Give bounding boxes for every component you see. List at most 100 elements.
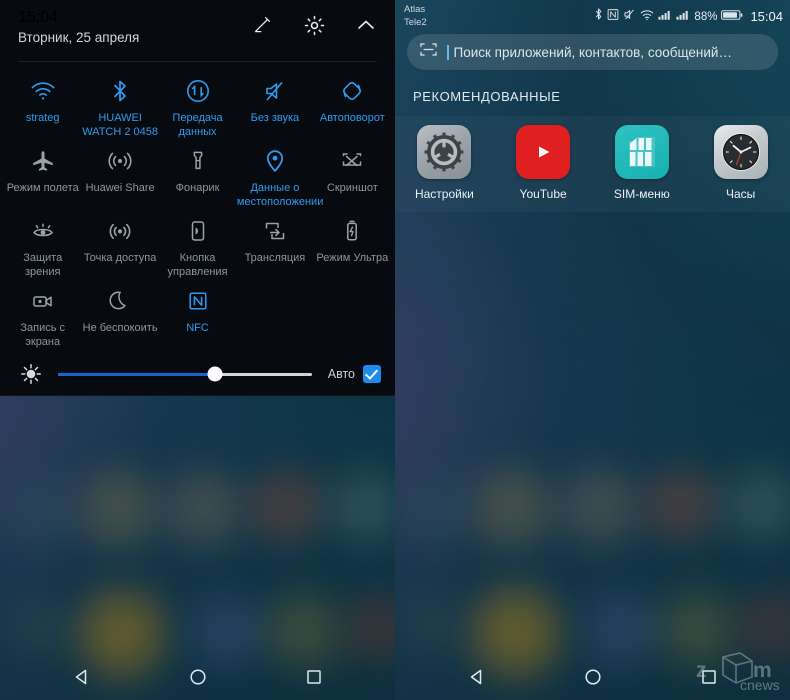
eye-care-icon [29, 216, 57, 246]
qs-tile-label: Данные о местоположении [236, 182, 324, 208]
qs-tile-label: Запись с экрана [20, 322, 66, 348]
nfc-icon [186, 286, 210, 316]
carrier-names: Atlas Tele2 [404, 2, 427, 29]
quick-settings-header: 15:04 Вторник, 25 апреля [0, 0, 395, 62]
airplane-icon [30, 146, 56, 176]
brightness-row: Авто [0, 351, 395, 397]
carrier-line-1: Atlas [404, 4, 426, 15]
auto-brightness-label: Авто [327, 367, 355, 381]
qs-tile-label: Режим полета [6, 182, 79, 194]
qs-row-2: Режим полета Huawei Share Фонарик Данные… [4, 139, 391, 209]
qs-tile-hotspot[interactable]: Точка доступа [81, 209, 158, 279]
brightness-slider[interactable] [58, 366, 312, 382]
screen-record-icon [29, 286, 57, 316]
home-circle-icon[interactable] [183, 662, 213, 692]
ultra-battery-icon [342, 216, 362, 246]
qs-tile-wifi[interactable]: strateg [4, 69, 81, 139]
app-sim-menu[interactable]: SIM-меню [593, 125, 692, 201]
qs-row-4: Запись с экрана Не беспокоить NFC [4, 279, 391, 349]
moon-icon [108, 286, 132, 316]
qs-tile-mute[interactable]: Без звука [236, 69, 313, 139]
home-circle-icon[interactable] [578, 662, 608, 692]
qs-row-1: strateg HUAWEI WATCH 2 0458 Передача дан… [4, 69, 391, 139]
back-triangle-icon[interactable] [462, 662, 492, 692]
scan-frame-icon[interactable] [419, 41, 438, 63]
qs-tile-airplane[interactable]: Режим полета [4, 139, 81, 209]
navigation-bar-right [395, 654, 790, 700]
text-caret [447, 44, 449, 60]
quick-settings-panel: 15:04 Вторник, 25 апреля strateg HUAWEI … [0, 0, 395, 396]
recents-square-icon[interactable] [694, 662, 724, 692]
qs-tile-screen-record[interactable]: Запись с экрана [4, 279, 81, 349]
wifi-icon [30, 76, 56, 106]
qs-tile-nav-dock[interactable]: Кнопка управления [159, 209, 236, 279]
qs-tile-label: HUAWEI WATCH 2 0458 [82, 112, 159, 138]
qs-tile-label: Автоповорот [319, 112, 385, 124]
qs-tile-label: Кнопка управления [167, 252, 228, 278]
qs-tile-label: Режим Ультра [316, 252, 389, 264]
pencil-icon[interactable] [247, 10, 277, 40]
qs-tile-cast[interactable]: Трансляция [236, 209, 313, 279]
header-divider [18, 61, 377, 62]
wallpaper-blurred-right [395, 0, 790, 700]
app-label: YouTube [519, 187, 567, 201]
qs-tile-ultra-mode[interactable]: Режим Ультра [314, 209, 391, 279]
quick-settings-grid: strateg HUAWEI WATCH 2 0458 Передача дан… [0, 62, 395, 349]
signal-sim2-icon [676, 8, 690, 26]
location-pin-icon [263, 146, 287, 176]
status-bar: Atlas Tele2 88% 15:04 [395, 0, 790, 30]
share-waves-icon [107, 146, 133, 176]
bluetooth-icon [110, 76, 130, 106]
qs-tile-label: Фонарик [175, 182, 220, 194]
qs-tile-mobile-data[interactable]: Передача данных [159, 69, 236, 139]
qs-tile-label: Точка доступа [83, 252, 157, 264]
brightness-icon [14, 362, 48, 386]
flashlight-icon [185, 146, 211, 176]
recommended-apps-strip: Настройки YouTube SIM-меню Часы [395, 116, 790, 212]
qs-tile-label: Защита зрения [23, 252, 63, 278]
mobile-data-icon [185, 76, 211, 106]
qs-tile-nfc[interactable]: NFC [159, 279, 236, 349]
back-triangle-icon[interactable] [67, 662, 97, 692]
qs-tile-bluetooth[interactable]: HUAWEI WATCH 2 0458 [81, 69, 158, 139]
section-title-recommended: РЕКОМЕНДОВАННЫЕ [413, 89, 561, 104]
app-settings[interactable]: Настройки [395, 125, 494, 201]
wifi-icon [640, 8, 654, 26]
qs-tile-label: Huawei Share [85, 182, 155, 194]
qs-tile-label: NFC [186, 322, 209, 334]
app-youtube[interactable]: YouTube [494, 125, 593, 201]
mute-icon [262, 76, 288, 106]
navigation-bar-left [0, 654, 395, 700]
qs-tile-eye-care[interactable]: Защита зрения [4, 209, 81, 279]
qs-tile-screenshot[interactable]: Скриншот [314, 139, 391, 209]
nav-dock-icon [186, 216, 210, 246]
qs-row-3: Защита зрения Точка доступа Кнопка управ… [4, 209, 391, 279]
screenshot-icon [339, 146, 365, 176]
signal-sim1-icon [658, 8, 672, 26]
recents-square-icon[interactable] [299, 662, 329, 692]
qs-tile-label: Скриншот [326, 182, 378, 194]
auto-brightness-checkbox[interactable] [363, 365, 381, 383]
chevron-up-icon[interactable] [351, 10, 381, 40]
sim-menu-app-icon [614, 125, 669, 179]
qs-tile-huawei-share[interactable]: Huawei Share [81, 139, 158, 209]
search-input[interactable]: Поиск приложений, контактов, сообщений… [407, 34, 778, 70]
app-label: Настройки [414, 187, 474, 201]
app-label: SIM-меню [613, 187, 670, 201]
settings-app-icon [417, 125, 472, 179]
search-placeholder: Поиск приложений, контактов, сообщений… [453, 44, 732, 60]
qs-tile-label: Без звука [250, 112, 300, 124]
gear-icon[interactable] [299, 10, 329, 40]
battery-percent: 88% [694, 10, 718, 23]
cast-icon [262, 216, 288, 246]
qs-tile-location[interactable]: Данные о местоположении [236, 139, 324, 209]
app-clock[interactable]: Часы [691, 125, 790, 201]
youtube-app-icon [516, 125, 571, 179]
qs-tile-label: Трансляция [244, 252, 306, 264]
bluetooth-icon [594, 7, 603, 26]
qs-tile-dnd[interactable]: Не беспокоить [81, 279, 158, 349]
brightness-slider-knob[interactable] [207, 366, 223, 382]
qs-tile-auto-rotate[interactable]: Автоповорот [314, 69, 391, 139]
qs-tile-flashlight[interactable]: Фонарик [159, 139, 236, 209]
nfc-icon [607, 8, 619, 26]
